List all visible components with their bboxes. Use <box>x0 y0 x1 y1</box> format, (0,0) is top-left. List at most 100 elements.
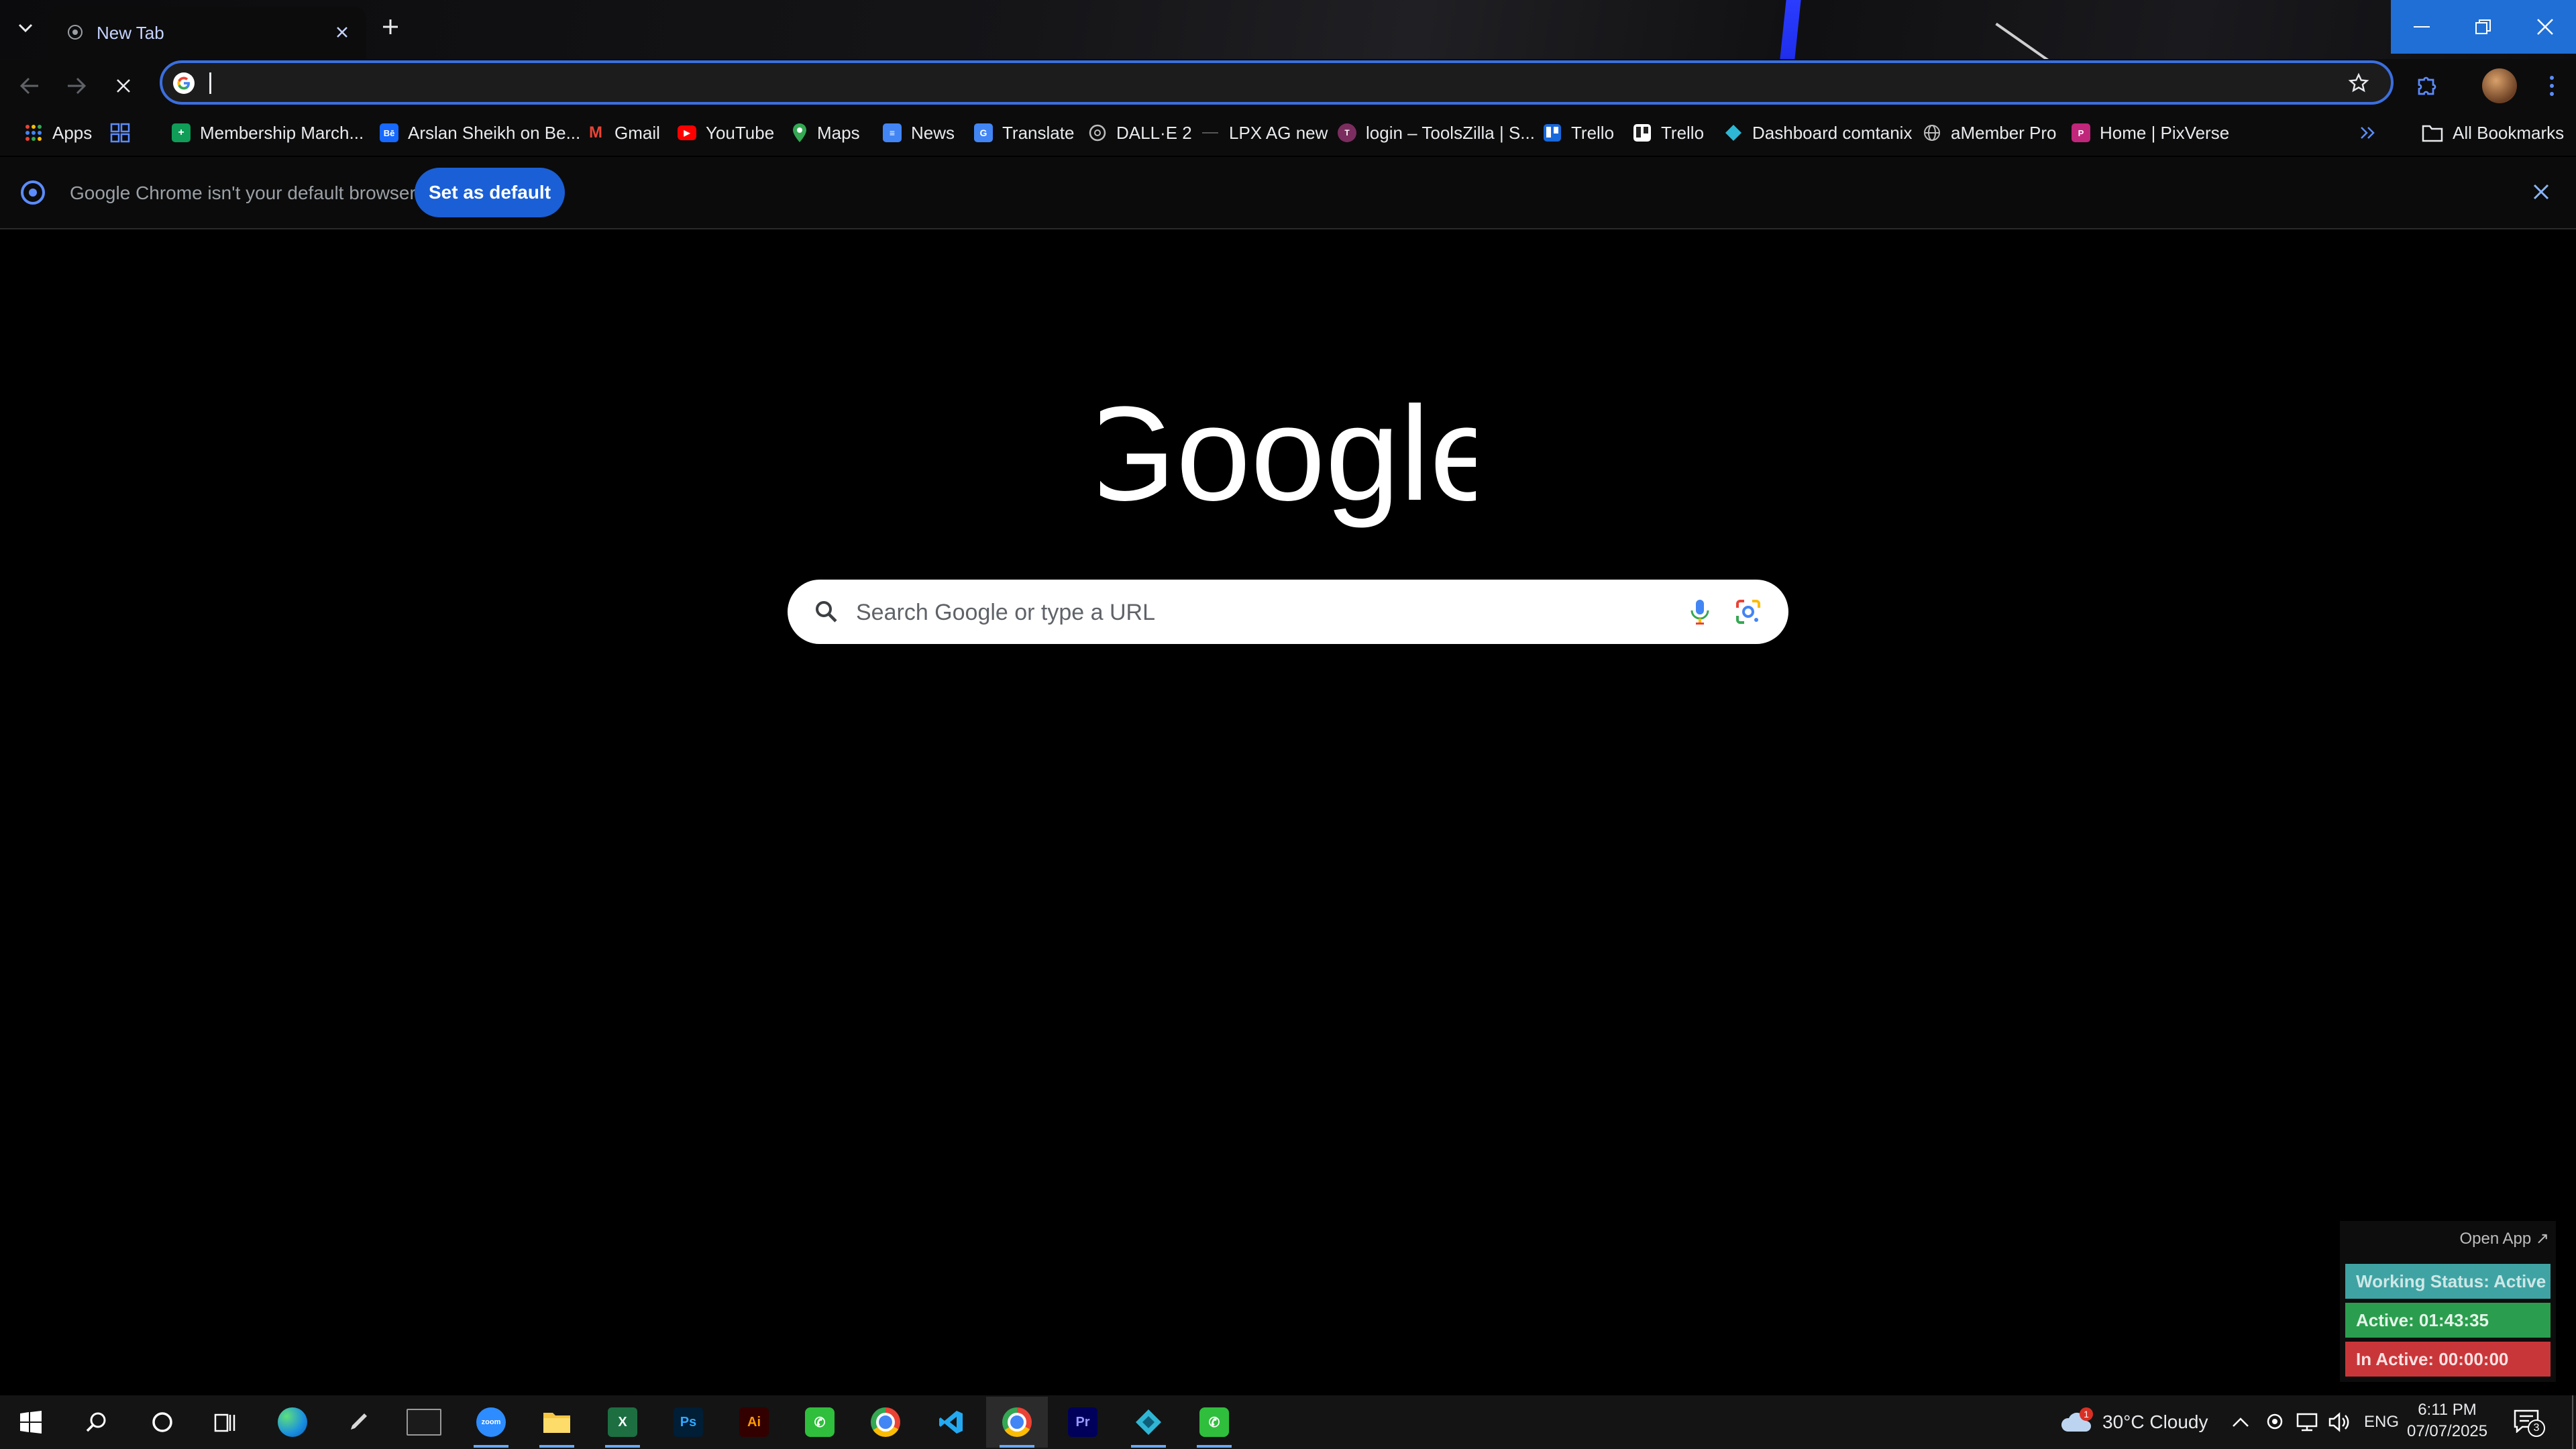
bookmark-news[interactable]: ≡ News <box>883 115 955 150</box>
wallpaper-streak <box>1769 0 1801 59</box>
meet-now-button[interactable] <box>2265 1395 2285 1449</box>
bookmark-trello-2[interactable]: Trello <box>1633 115 1704 150</box>
all-bookmarks-button[interactable]: All Bookmarks <box>2422 115 2564 150</box>
bookmark-label: Translate <box>1002 122 1075 143</box>
extensions-button[interactable] <box>2408 67 2446 105</box>
bookmark-maps[interactable]: Maps <box>792 115 860 150</box>
bookmark-youtube[interactable]: ▶ YouTube <box>678 115 774 150</box>
weather-alert-badge: 1 <box>2080 1407 2093 1421</box>
double-chevron-right-icon <box>2361 127 2375 139</box>
bookmark-gmail[interactable]: M Gmail <box>586 115 660 150</box>
address-bar[interactable] <box>160 60 2394 105</box>
show-desktop-button[interactable] <box>2572 1395 2573 1449</box>
minimize-button[interactable] <box>2391 0 2453 54</box>
ntp-search-box[interactable]: Search Google or type a URL <box>788 580 1788 644</box>
bookmark-membership[interactable]: + Membership March... <box>172 115 364 150</box>
restore-button[interactable] <box>2453 0 2514 54</box>
default-browser-infobar: Google Chrome isn't your default browser… <box>0 157 2576 229</box>
new-tab-button[interactable] <box>376 12 405 42</box>
taskbar-app-chrome-active[interactable] <box>986 1397 1048 1448</box>
show-hidden-icons-button[interactable] <box>2231 1395 2250 1449</box>
taskbar-app-excel[interactable]: X <box>592 1397 653 1448</box>
notifications-button[interactable]: 3 <box>2513 1395 2545 1449</box>
tab-new-tab[interactable]: New Tab <box>48 7 366 59</box>
taskbar-app-chrome-1[interactable] <box>855 1397 916 1448</box>
phone-app-icon: ✆ <box>1199 1407 1229 1437</box>
openai-icon <box>1089 124 1106 142</box>
taskbar-app-green-2[interactable]: ✆ <box>1183 1397 1245 1448</box>
bookmark-apps[interactable]: Apps <box>24 115 92 150</box>
task-view-button[interactable] <box>195 1397 256 1448</box>
folder-icon <box>2422 125 2443 142</box>
photoshop-icon: Ps <box>674 1407 703 1437</box>
clock-date: 07/07/2025 <box>2407 1422 2488 1440</box>
bookmark-label: login – ToolsZilla | S... <box>1366 122 1535 143</box>
tab-title: New Tab <box>97 23 164 43</box>
bookmark-translate[interactable]: G Translate <box>974 115 1074 150</box>
bookmark-pixverse[interactable]: P Home | PixVerse <box>2072 115 2229 150</box>
taskbar-app-file-explorer[interactable] <box>526 1397 588 1448</box>
bookmark-behance[interactable]: Bē Arslan Sheikh on Be... <box>380 115 580 150</box>
taskbar-app-vscode[interactable] <box>920 1397 982 1448</box>
bookmark-label: aMember Pro <box>1951 122 2057 143</box>
bookmark-comtanix[interactable]: Dashboard comtanix <box>1724 115 1912 150</box>
puzzle-icon <box>2418 76 2436 95</box>
phone-app-icon: ✆ <box>805 1407 835 1437</box>
bookmark-amember[interactable]: aMember Pro <box>1923 115 2057 150</box>
taskbar-app-green-1[interactable]: ✆ <box>789 1397 851 1448</box>
taskbar-search-button[interactable] <box>66 1397 127 1448</box>
bookmark-toolszilla[interactable]: T login – ToolsZilla | S... <box>1338 115 1535 150</box>
volume-button[interactable] <box>2328 1395 2349 1449</box>
translate-icon: G <box>974 123 993 142</box>
clock-time: 6:11 PM <box>2418 1401 2477 1419</box>
taskbar-app-premiere[interactable]: Pr <box>1052 1397 1114 1448</box>
infobar-close-button[interactable] <box>2526 177 2556 207</box>
taskbar-app-pen[interactable] <box>327 1397 389 1448</box>
bookmark-tab-groups[interactable] <box>110 115 130 150</box>
microphone-icon[interactable] <box>1684 596 1716 628</box>
chrome-icon <box>871 1407 900 1437</box>
close-icon <box>2533 184 2549 200</box>
close-window-button[interactable] <box>2514 0 2576 54</box>
taskbar-app-zoom[interactable]: zoom <box>460 1397 522 1448</box>
bookmarks-overflow-button[interactable] <box>2359 115 2377 150</box>
search-placeholder: Search Google or type a URL <box>856 600 1156 625</box>
tab-close-button[interactable] <box>330 20 354 44</box>
bookmark-trello-1[interactable]: Trello <box>1543 115 1614 150</box>
all-bookmarks-label: All Bookmarks <box>2453 122 2565 143</box>
forward-button[interactable] <box>60 70 93 102</box>
chrome-menu-button[interactable] <box>2533 67 2571 105</box>
omnibox-input[interactable] <box>215 70 2297 98</box>
pixverse-icon: P <box>2072 123 2090 142</box>
zoom-icon: zoom <box>476 1407 506 1437</box>
start-button[interactable] <box>0 1397 62 1448</box>
weather-widget[interactable]: 1 30°C Cloudy <box>2059 1395 2208 1449</box>
bookmark-label: Trello <box>1571 122 1615 143</box>
notification-count-badge: 3 <box>2528 1419 2545 1437</box>
text-caret <box>209 72 211 94</box>
google-lens-icon[interactable] <box>1732 596 1764 628</box>
tab-search-button[interactable] <box>11 13 40 43</box>
bookmark-star-button[interactable] <box>2345 70 2372 97</box>
bookmark-dalle[interactable]: DALL·E 2 <box>1088 115 1192 150</box>
taskbar-clock[interactable]: 6:11 PM 07/07/2025 <box>2407 1399 2487 1442</box>
stop-loading-button[interactable] <box>107 70 140 102</box>
open-app-link[interactable]: Open App ↗ <box>2459 1229 2549 1248</box>
news-icon: ≡ <box>883 123 902 142</box>
taskbar-app-photoshop[interactable]: Ps <box>657 1397 719 1448</box>
set-as-default-button[interactable]: Set as default <box>415 168 565 217</box>
bookmark-lpx[interactable]: LPX AG new <box>1201 115 1328 150</box>
google-g-icon <box>173 72 195 94</box>
network-button[interactable] <box>2296 1395 2318 1449</box>
language-indicator[interactable]: ENG <box>2364 1395 2399 1449</box>
cloud-icon: 1 <box>2059 1407 2093 1434</box>
windows-logo-icon <box>20 1411 42 1434</box>
cortana-button[interactable] <box>131 1397 193 1448</box>
taskbar-app-terminal[interactable] <box>393 1397 455 1448</box>
profile-avatar[interactable] <box>2482 68 2517 103</box>
taskbar-app-illustrator[interactable]: Ai <box>723 1397 785 1448</box>
taskbar-app-edge[interactable] <box>262 1397 323 1448</box>
taskbar-app-comtanix[interactable] <box>1118 1397 1179 1448</box>
back-button[interactable] <box>13 70 46 102</box>
close-icon <box>337 27 347 38</box>
